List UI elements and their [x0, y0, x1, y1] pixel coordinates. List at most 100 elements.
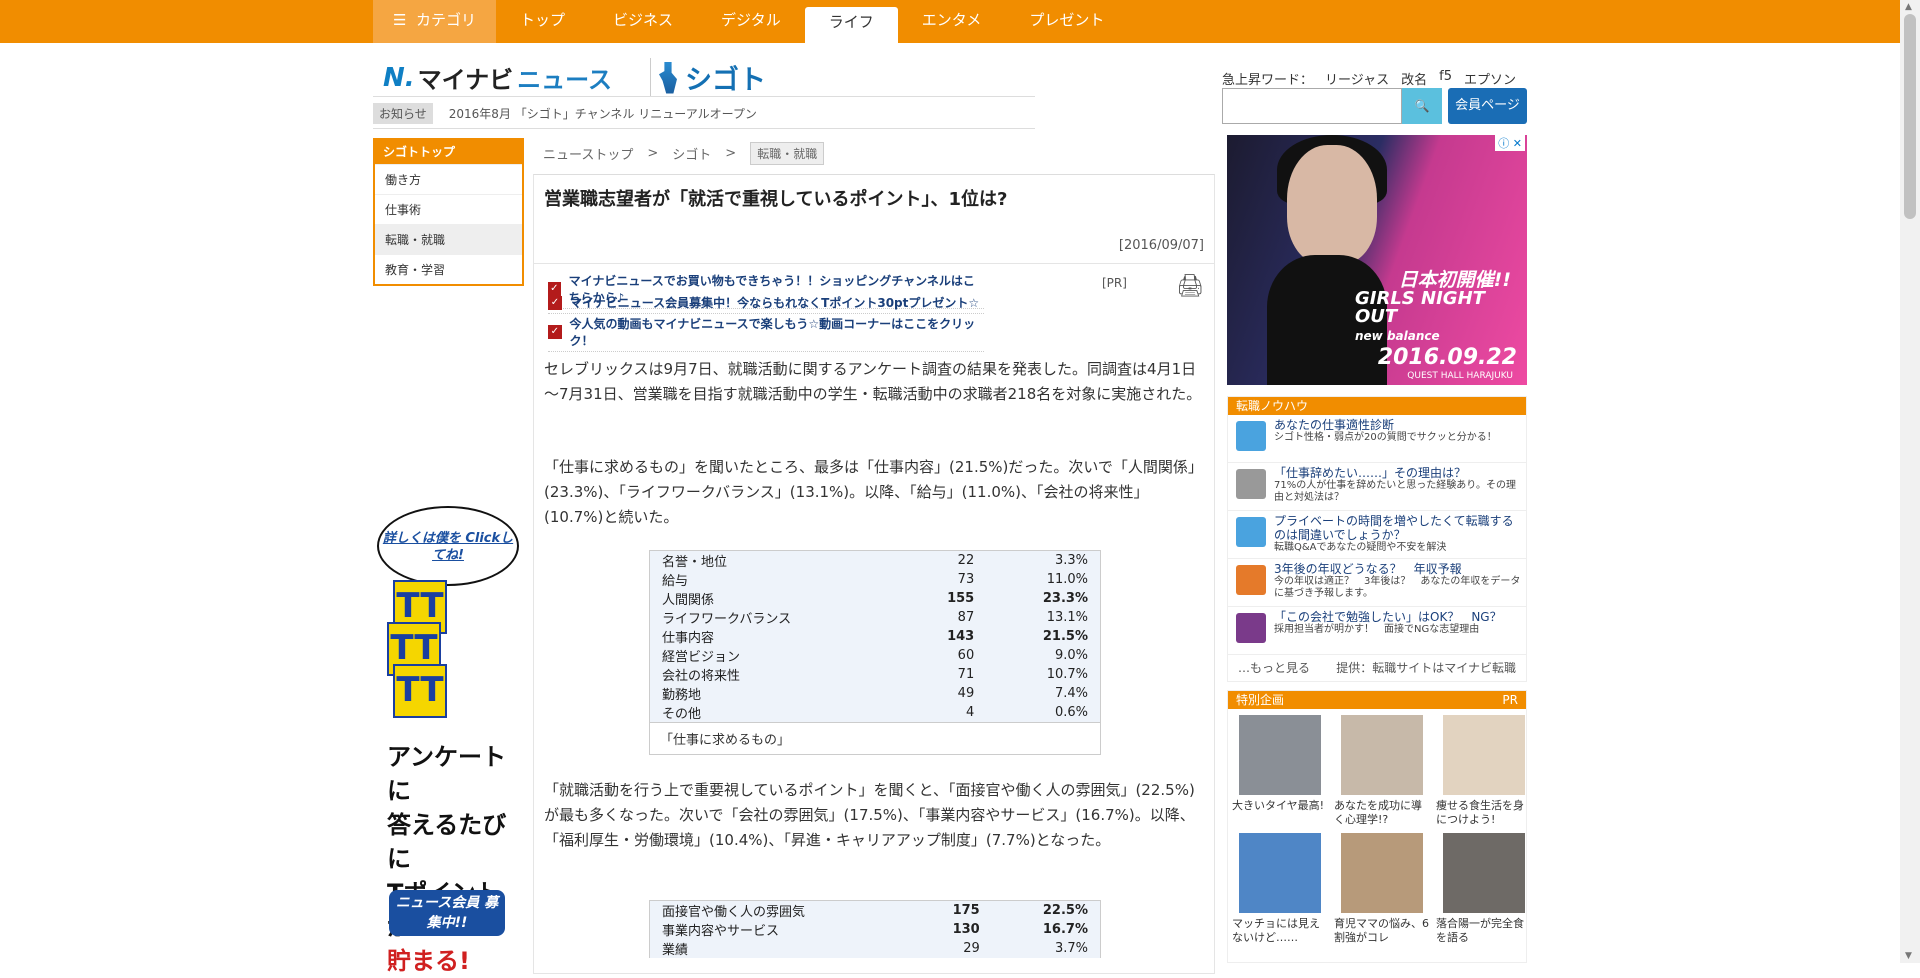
- ad-close-icon[interactable]: ⓘ ✕: [1495, 135, 1525, 151]
- table-cell-label: ライフワークバランス: [662, 612, 792, 627]
- trending-word[interactable]: f5: [1439, 69, 1452, 88]
- trending-word[interactable]: 改名: [1401, 69, 1427, 88]
- trending-words: 急上昇ワード： リージャス 改名 f5 エプソン: [1222, 69, 1516, 88]
- knowhow-title: プライベートの時間を増やしたくて転職するのは間違いでしょうか？: [1274, 514, 1514, 542]
- table-cell-count: 73: [957, 572, 975, 587]
- search-button[interactable]: 🔍: [1402, 88, 1442, 124]
- tab-business[interactable]: ビジネス: [589, 0, 697, 43]
- tab-top[interactable]: トップ: [496, 0, 589, 43]
- table-cell-label: 仕事内容: [662, 631, 715, 646]
- table-cell-percent: 3.3%: [1054, 553, 1088, 568]
- knowhow-subtitle: 採用担当者が明かす！ 面接でNGな志望理由: [1274, 624, 1480, 635]
- category-menu-button[interactable]: ☰ カテゴリ: [373, 0, 497, 43]
- knowhow-item[interactable]: 「仕事辞めたい……」その理由は？ 71%の人が仕事を辞めたいと思った経験あり。その…: [1228, 463, 1526, 511]
- promo-text: アンケートに 答えるたびに Tポイントが 貯まる!: [387, 743, 507, 975]
- notice-link[interactable]: 2016年8月 「シゴト」チャンネル リニューアルオープン: [449, 105, 757, 122]
- table-row: 仕事内容 143 21.5%: [650, 627, 1100, 646]
- data-table: 名誉・地位 22 3.3% 給与 73 11.0% 人間関係 155 23.3% ライフワークバラ…: [649, 550, 1101, 755]
- knowhow-item[interactable]: あなたの仕事適性診断 シゴト性格・弱点が20の質問でサクッと分かる！: [1228, 415, 1526, 463]
- knowhow-title: あなたの仕事適性診断: [1274, 418, 1395, 432]
- hamburger-icon: ☰: [393, 11, 407, 29]
- tab-digital[interactable]: デジタル: [697, 0, 805, 43]
- table-caption: 「仕事に求めるもの」: [650, 722, 1100, 754]
- article-paragraph: セレブリックスは9月7日、就職活動に関するアンケート調査の結果を発表した。同調査…: [544, 360, 1202, 403]
- table-row: 事業内容やサービス 130 16.7%: [650, 920, 1100, 939]
- brand-header: N. マイナビ ニュース シゴト: [383, 58, 766, 97]
- print-icon[interactable]: 🖨: [1176, 274, 1206, 302]
- sidebar-item-education[interactable]: 教育・学習: [375, 254, 522, 284]
- special-item[interactable]: マッチョには見えないけど……: [1232, 833, 1328, 945]
- table-cell-count: 87: [957, 610, 975, 625]
- member-page-button[interactable]: 会員ページ: [1448, 88, 1527, 124]
- advertisement-banner[interactable]: 日本初開催!! GIRLS NIGHT OUT new balance 2016.…: [1227, 135, 1527, 385]
- knowhow-subtitle: シゴト性格・弱点が20の質問でサクッと分かる！: [1274, 432, 1497, 443]
- sidebar-nav: シゴトトップ 働き方 仕事術 転職・就職 教育・学習: [373, 138, 524, 286]
- breadcrumb-separator: >: [725, 146, 737, 161]
- table-row: 名誉・地位 22 3.3%: [650, 551, 1100, 570]
- divider: [373, 128, 1035, 129]
- special-item[interactable]: 痩せる食生活を身につけよう!: [1436, 715, 1532, 827]
- table-cell-count: 155: [947, 591, 975, 606]
- special-item[interactable]: あなたを成功に導く心理学!?: [1334, 715, 1430, 827]
- breadcrumb-item[interactable]: シゴト: [672, 144, 711, 163]
- table-cell-label: 名誉・地位: [662, 555, 728, 570]
- search-input[interactable]: [1222, 88, 1402, 124]
- special-item[interactable]: 大きいタイヤ最高!: [1232, 715, 1328, 827]
- special-thumbnail: [1443, 715, 1525, 795]
- knowhow-item[interactable]: 「この会社で勉強したい」はOK？ NG？ 採用担当者が明かす！ 面接でNGな志望理…: [1228, 607, 1526, 655]
- more-link[interactable]: …もっと見る: [1238, 659, 1310, 676]
- tab-life[interactable]: ライフ: [804, 7, 898, 43]
- breadcrumb-item[interactable]: ニューストップ: [543, 144, 633, 163]
- table-cell-count: 29: [963, 941, 980, 956]
- sidebar-item-job-change[interactable]: 転職・就職: [375, 224, 522, 254]
- check-icon: ✓: [548, 325, 562, 339]
- table-cell-percent: 16.7%: [1042, 922, 1088, 937]
- special-item[interactable]: 育児ママの悩み、6割強がコレ: [1334, 833, 1430, 945]
- knowhow-item[interactable]: 3年後の年収どうなる？ 年収予報 今の年収は適正？ 3年後は？ あなたの年収をデー…: [1228, 559, 1526, 607]
- sidebar-item-workstyle[interactable]: 働き方: [375, 164, 522, 194]
- special-item[interactable]: 落合陽一が完全食を語る: [1436, 833, 1532, 945]
- table-cell-percent: 10.7%: [1046, 667, 1088, 682]
- table-cell-label: 事業内容やサービス: [662, 924, 780, 939]
- promo-badge: ニュース会員 募集中!!: [389, 890, 505, 936]
- special-caption: 落合陽一が完全食を語る: [1436, 917, 1524, 944]
- table-row: 業績 29 3.7%: [650, 939, 1100, 958]
- scroll-up-icon[interactable]: ▲: [1905, 2, 1912, 12]
- table-cell-percent: 7.4%: [1054, 686, 1088, 701]
- table-row: 給与 73 11.0%: [650, 570, 1100, 589]
- tab-present[interactable]: プレゼント: [1005, 0, 1128, 43]
- table-cell-count: 22: [957, 553, 975, 568]
- table-cell-percent: 13.1%: [1046, 610, 1088, 625]
- knowhow-thumbnail-icon: [1236, 469, 1266, 499]
- scroll-down-icon[interactable]: ▼: [1905, 951, 1912, 961]
- table-cell-percent: 3.7%: [1054, 941, 1088, 956]
- table-cell-label: 面接官や働く人の雰囲気: [662, 905, 806, 920]
- special-caption: 大きいタイヤ最高!: [1232, 799, 1325, 812]
- member-promo-banner[interactable]: 詳しくは僕を Clickしてね! TT TT TT アンケートに 答えるたびに …: [373, 500, 523, 975]
- tab-entame[interactable]: エンタメ: [898, 0, 1006, 43]
- knowhow-item[interactable]: プライベートの時間を増やしたくて転職するのは間違いでしょうか？ 転職Q&Aであなた…: [1228, 511, 1526, 559]
- panel-head: 転職ノウハウ: [1228, 397, 1526, 415]
- knowhow-subtitle: 今の年収は適正？ 3年後は？ あなたの年収をデータに基づき予報します。: [1274, 576, 1521, 599]
- sidebar-head[interactable]: シゴトトップ: [375, 138, 522, 164]
- panel-head: 特別企画 PR: [1228, 691, 1526, 709]
- sidebar-item-skills[interactable]: 仕事術: [375, 194, 522, 224]
- page-scrollbar[interactable]: ▲ ▼: [1900, 0, 1920, 963]
- trending-word[interactable]: エプソン: [1464, 69, 1516, 88]
- job-priority-table: 名誉・地位 22 3.3% 給与 73 11.0% 人間関係 155 23.3% ライフワークバラ…: [650, 551, 1100, 722]
- table-row: 会社の将来性 71 10.7%: [650, 665, 1100, 684]
- trending-word[interactable]: リージャス: [1325, 69, 1389, 88]
- special-thumbnail: [1239, 715, 1321, 795]
- pr-link[interactable]: ✓ マイナビニュース会員募集中！今ならもれなくTポイント30ptプレゼント☆: [548, 294, 984, 314]
- table-cell-label: その他: [662, 707, 702, 722]
- scrollbar-thumb[interactable]: [1904, 14, 1916, 219]
- knowhow-list: あなたの仕事適性診断 シゴト性格・弱点が20の質問でサクッと分かる！ 「仕事辞めたい…: [1228, 415, 1526, 655]
- shigoto-logo[interactable]: シゴト: [649, 58, 766, 97]
- table-cell-count: 143: [947, 629, 975, 644]
- check-icon: ✓: [548, 295, 562, 310]
- pr-link[interactable]: ✓ 今人気の動画もマイナビニュースで楽しもう☆動画コーナーはここをクリック！: [548, 315, 984, 352]
- mynavi-news-logo[interactable]: N. マイナビ ニュース: [383, 60, 612, 95]
- mynavi-mark-icon: N.: [383, 62, 415, 93]
- job-hunting-priority-table: 面接官や働く人の雰囲気 175 22.5% 事業内容やサービス 130 16.7% 業績 29…: [650, 901, 1100, 958]
- pr-links: ✓ マイナビニュースでお買い物もできちゃう！！ショッピングチャンネルはこちらから♪…: [534, 263, 1214, 352]
